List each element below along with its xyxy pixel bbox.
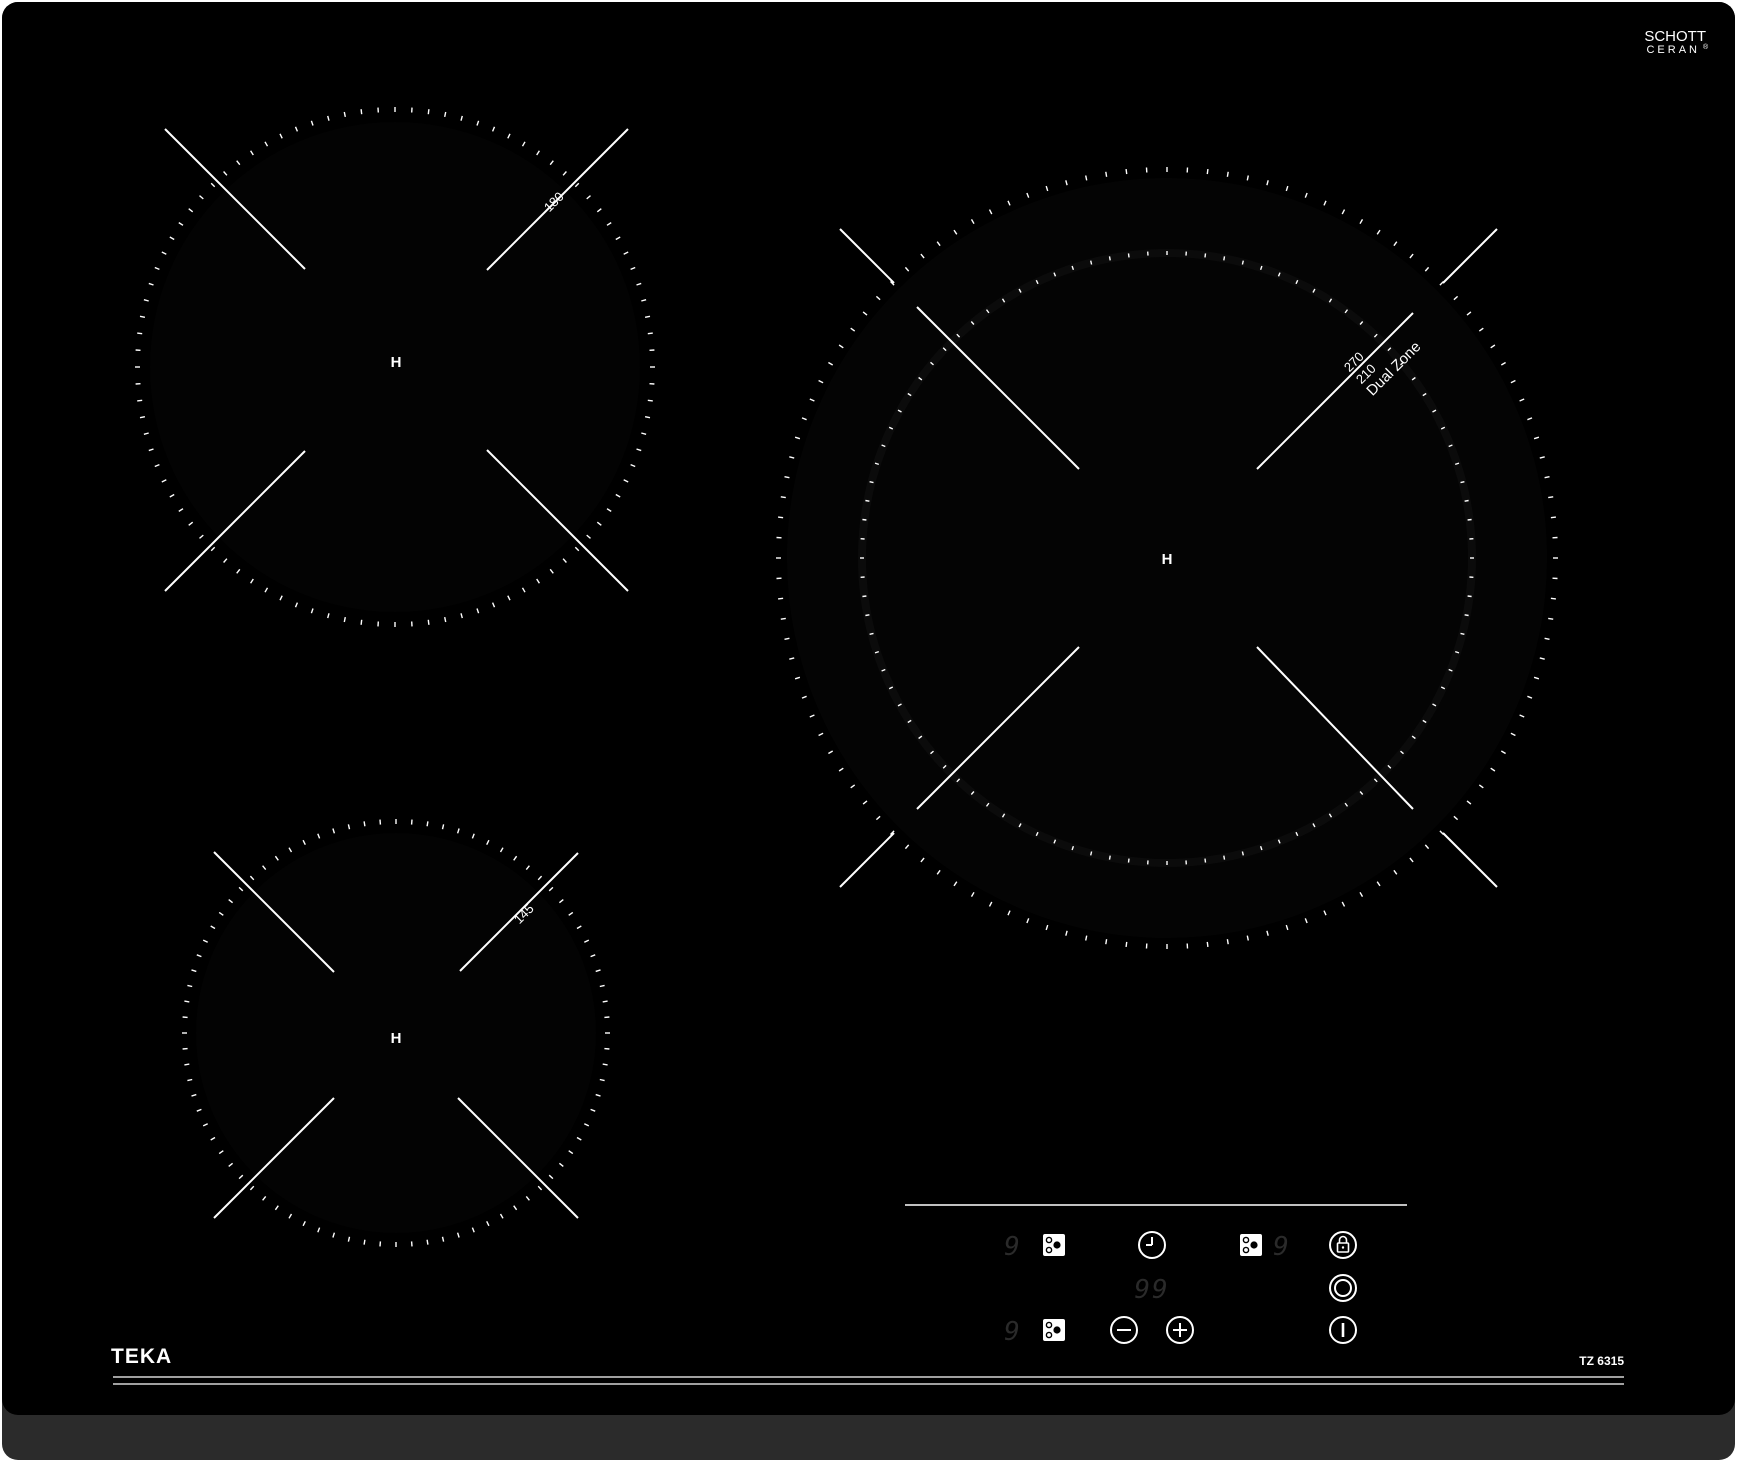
ring-tick xyxy=(1544,637,1550,640)
ring-tick xyxy=(427,109,430,115)
ring-tick xyxy=(1460,632,1465,635)
ring-tick xyxy=(644,315,651,318)
timer-display: 99 xyxy=(1134,1275,1169,1305)
ring-tick xyxy=(1544,476,1550,479)
ring-tick xyxy=(1127,253,1130,258)
ring-tick xyxy=(1467,595,1472,598)
ring-tick xyxy=(139,416,146,419)
ring-tick xyxy=(444,111,447,118)
ring-tick xyxy=(1548,496,1554,499)
ring-tick xyxy=(1223,855,1226,860)
ring-tick xyxy=(1467,518,1472,521)
ring-tick xyxy=(426,821,429,827)
ring-tick xyxy=(862,595,867,598)
ring-tick xyxy=(1550,597,1556,600)
ring-tick xyxy=(444,616,447,623)
ring-tick xyxy=(1105,939,1108,945)
ring-tick xyxy=(869,632,874,635)
ring-tick xyxy=(602,1000,608,1003)
zone-select-button-front-left[interactable] xyxy=(1043,1319,1065,1341)
ring-tick xyxy=(1226,939,1229,945)
ring-tick xyxy=(784,637,790,640)
model-number: TZ 6315 xyxy=(1579,1354,1624,1368)
ring-tick xyxy=(1226,171,1229,177)
ring-tick xyxy=(644,416,651,419)
ring-tick xyxy=(1223,256,1226,261)
ring-tick xyxy=(1090,851,1093,856)
ring-tick xyxy=(137,399,143,402)
ring-tick xyxy=(1125,169,1128,175)
ring-tick xyxy=(343,111,346,118)
ring-tick xyxy=(1105,171,1108,177)
ring-tick xyxy=(1090,260,1093,265)
cooktop: SCHOTT CERAN ® 180 H 145 H 270 210 Dual … xyxy=(2,2,1735,1460)
glass-brand-top: SCHOTT xyxy=(1644,28,1706,45)
ring-tick xyxy=(778,516,784,519)
zone-rear-left[interactable]: 180 H xyxy=(135,107,655,627)
ring-tick xyxy=(1246,175,1249,181)
zone-right-dual[interactable]: 270 210 Dual Zone H xyxy=(776,167,1558,949)
ring-tick xyxy=(184,1063,190,1066)
ring-tick xyxy=(1204,858,1207,863)
glass-brand-mark: ® xyxy=(1703,43,1709,51)
ring-tick xyxy=(1246,935,1249,941)
ring-tick xyxy=(1548,617,1554,620)
ring-tick xyxy=(647,399,653,402)
zone-select-icon xyxy=(1043,1234,1065,1256)
glass-brand-bottom: CERAN xyxy=(1646,44,1700,56)
power-level-display-rear-left: 9 xyxy=(1004,1232,1020,1262)
ring-tick xyxy=(865,614,870,617)
ring-tick xyxy=(780,496,786,499)
ring-tick xyxy=(363,1239,366,1245)
residual-heat-indicator: H xyxy=(1162,551,1173,568)
ring-tick xyxy=(602,1063,608,1066)
ring-tick xyxy=(862,518,867,521)
ring-tick xyxy=(1108,855,1111,860)
ring-tick xyxy=(137,332,143,335)
zone-select-button-rear-left[interactable] xyxy=(1043,1234,1065,1256)
ring-tick xyxy=(1108,256,1111,261)
power-level-display-right: 9 xyxy=(1273,1232,1289,1262)
ring-tick xyxy=(1206,941,1209,947)
power-level-display-front-left: 9 xyxy=(1004,1317,1020,1347)
residual-heat-indicator: H xyxy=(391,1030,402,1047)
zone-select-button-right[interactable] xyxy=(1240,1234,1262,1256)
ring-tick xyxy=(427,619,430,625)
ring-tick xyxy=(360,109,363,115)
ring-tick xyxy=(426,1239,429,1245)
ring-tick xyxy=(1085,175,1088,181)
ring-tick xyxy=(778,597,784,600)
ring-tick xyxy=(1464,499,1469,502)
ring-tick xyxy=(1206,169,1209,175)
ring-tick xyxy=(1204,253,1207,258)
ring-tick xyxy=(865,499,870,502)
ring-tick xyxy=(1464,614,1469,617)
manufacturer-logo: TEKA xyxy=(111,1345,172,1368)
ring-tick xyxy=(1241,851,1244,856)
ring-tick xyxy=(647,332,653,335)
ring-tick xyxy=(1241,260,1244,265)
ring-tick xyxy=(360,619,363,625)
ring-tick xyxy=(1127,858,1130,863)
residual-heat-indicator: H xyxy=(391,354,402,371)
ring-tick xyxy=(1125,941,1128,947)
ring-tick xyxy=(869,481,874,484)
zone-select-icon xyxy=(1240,1234,1262,1256)
ring-tick xyxy=(363,821,366,827)
ring-tick xyxy=(343,616,346,623)
ring-tick xyxy=(184,1000,190,1003)
ring-tick xyxy=(1085,935,1088,941)
ring-tick xyxy=(1460,481,1465,484)
ring-tick xyxy=(139,315,146,318)
ring-tick xyxy=(780,617,786,620)
ring-tick xyxy=(1550,516,1556,519)
zone-select-icon xyxy=(1043,1319,1065,1341)
ring-tick xyxy=(784,476,790,479)
